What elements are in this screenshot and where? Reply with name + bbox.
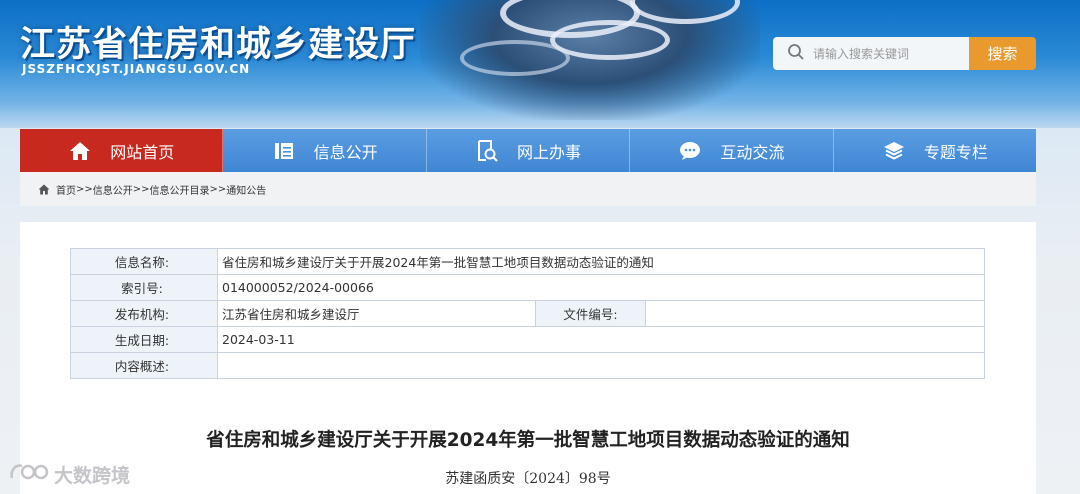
nav-item-label: 网上办事 [517,142,582,162]
nav-item-label: 互动交流 [720,142,785,162]
nav-item-label: 信息公开 [313,142,378,162]
site-header: 江苏省住房和城乡建设厅 JSSZFHCXJST.JIANGSU.GOV.CN 搜… [0,0,1080,128]
breadcrumb-separator: >> [132,183,150,195]
nav-item-label: 专题专栏 [923,142,988,162]
table-row: 索引号: 014000052/2024-00066 [70,274,985,301]
nav-item-online-service[interactable]: 网上办事 [426,129,631,172]
search-button[interactable]: 搜索 [969,37,1036,70]
breadcrumb-separator: >> [76,183,93,195]
nav-item-home[interactable]: 网站首页 [20,129,224,172]
index-label: 索引号: [70,274,218,301]
table-row: 内容概述: [70,352,985,379]
search-icon [787,43,805,65]
breadcrumb: 首页 >> 信息公开 >> 信息公开目录 >> 通知公告 [20,172,1036,206]
watermark: 大数跨境 [8,460,130,489]
site-title[interactable]: 江苏省住房和城乡建设厅 [20,16,416,67]
header-banner-image [420,0,760,120]
layers-icon [882,140,906,162]
watermark-logo-icon [8,460,50,489]
breadcrumb-notices[interactable]: 通知公告 [226,182,266,197]
summary-label: 内容概述: [70,352,218,379]
breadcrumb-home[interactable]: 首页 [56,182,76,197]
info-table: 信息名称: 省住房和城乡建设厅关于开展2024年第一批智慧工地项目数据动态验证的… [70,248,985,379]
table-row: 生成日期: 2024-03-11 [70,326,985,353]
watermark-text: 大数跨境 [54,465,131,487]
content-panel: 信息名称: 省住房和城乡建设厅关于开展2024年第一批智慧工地项目数据动态验证的… [20,222,1036,494]
home-icon [68,140,92,162]
chat-icon [678,140,702,162]
document-number: 苏建函质安〔2024〕98号 [445,471,611,487]
site-domain: JSSZFHCXJST.JIANGSU.GOV.CN [22,62,251,76]
nav-item-label: 网站首页 [110,142,175,162]
doc-number-label: 文件编号: [535,300,646,327]
breadcrumb-separator: >> [209,183,227,195]
search-input[interactable] [813,46,963,61]
publisher-value: 江苏省住房和城乡建设厅 [217,300,536,327]
search-doc-icon [475,139,499,162]
document-icon [272,140,296,162]
nav-item-special-topics[interactable]: 专题专栏 [833,129,1037,172]
date-label: 生成日期: [70,326,218,353]
document-title: 省住房和城乡建设厅关于开展2024年第一批智慧工地项目数据动态验证的通知 [206,430,850,451]
publisher-label: 发布机构: [70,300,218,327]
nav-item-interaction[interactable]: 互动交流 [630,129,834,172]
breadcrumb-info-catalog[interactable]: 信息公开目录 [150,182,210,197]
table-row: 发布机构: 江苏省住房和城乡建设厅 文件编号: [70,300,985,327]
info-name-label: 信息名称: [70,248,218,275]
date-value: 2024-03-11 [217,326,985,353]
summary-value [217,352,985,379]
home-icon [38,184,50,195]
info-name-value: 省住房和城乡建设厅关于开展2024年第一批智慧工地项目数据动态验证的通知 [217,248,985,275]
nav-item-info-public[interactable]: 信息公开 [223,129,427,172]
main-nav: 网站首页 信息公开 网上办事 互动交流 专题专栏 [20,129,1037,172]
breadcrumb-info-public[interactable]: 信息公开 [93,182,133,197]
doc-number-value [645,300,985,327]
search-box[interactable] [773,37,969,70]
table-row: 信息名称: 省住房和城乡建设厅关于开展2024年第一批智慧工地项目数据动态验证的… [70,248,985,275]
index-value: 014000052/2024-00066 [217,274,985,301]
